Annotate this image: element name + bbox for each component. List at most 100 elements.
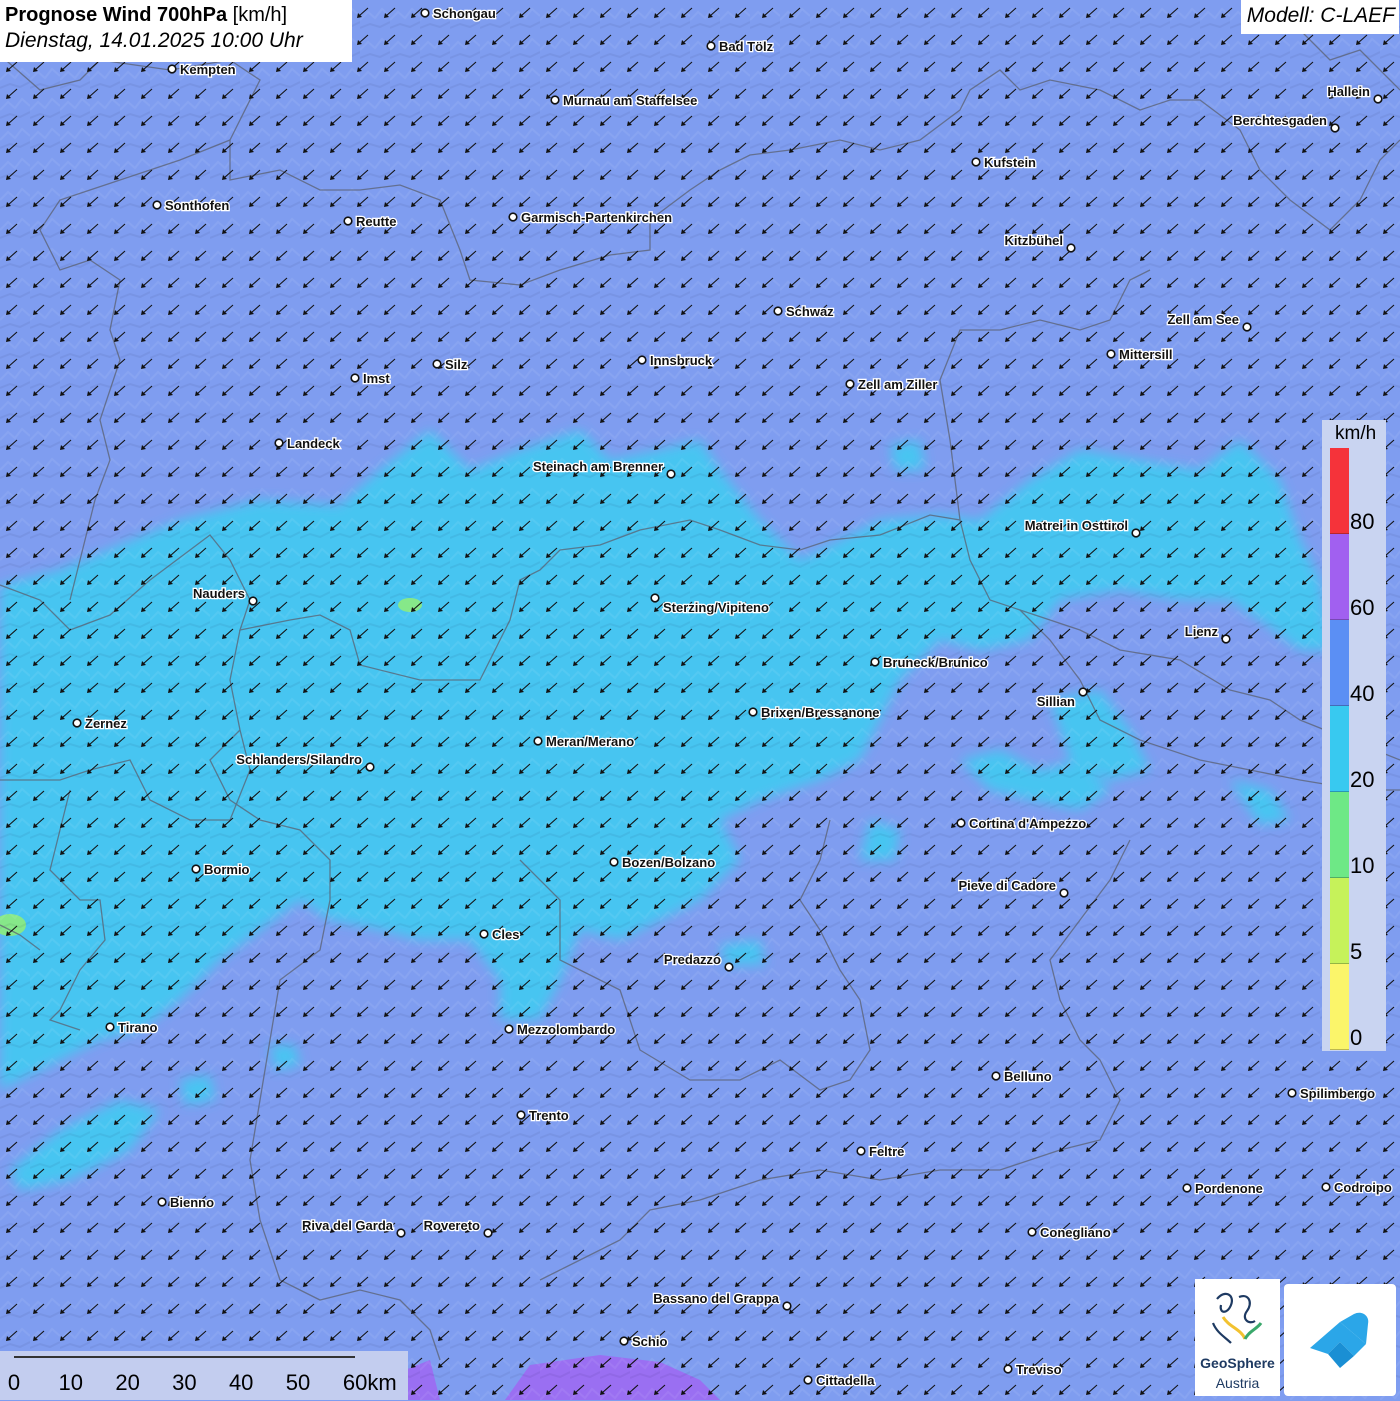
forecast-datetime: Dienstag, 14.01.2025 10:00 Uhr (5, 29, 352, 53)
city-label: Cortina d'Ampezzo (969, 816, 1086, 831)
legend-colorbar (1330, 448, 1349, 1050)
city-label: Belluno (1004, 1069, 1052, 1084)
city-label: Zernez (85, 716, 127, 731)
city-label: Zell am Ziller (858, 377, 937, 392)
city-label: Imst (363, 371, 390, 386)
city-label: Treviso (1016, 1362, 1062, 1377)
city-dot (509, 213, 517, 221)
city-dot (1374, 95, 1382, 103)
city-dot (783, 1302, 791, 1310)
city-label: Landeck (287, 436, 341, 451)
city-label: Sillian (1037, 694, 1075, 709)
city-marker: Pordenone (1183, 1181, 1263, 1196)
city-dot (534, 737, 542, 745)
city-dot (1322, 1183, 1330, 1191)
legend-tick-label: 10 (1350, 853, 1374, 879)
city-label: Trento (529, 1108, 569, 1123)
city-label: Brixen/Bressanone (761, 705, 880, 720)
city-label: Berchtesgaden (1233, 113, 1327, 128)
city-dot (517, 1111, 525, 1119)
legend-tick-label: 40 (1350, 681, 1374, 707)
wind-forecast-map: SchongauBad TölzKemptenMurnau am Staffel… (0, 0, 1400, 1400)
city-marker: Innsbruck (638, 353, 713, 368)
city-dot (638, 356, 646, 364)
city-dot (1067, 244, 1075, 252)
city-dot (397, 1229, 405, 1237)
scale-bar-label: 40 (229, 1370, 253, 1396)
city-marker: Garmisch-Partenkirchen (509, 210, 672, 225)
city-label: Schio (632, 1334, 667, 1349)
city-dot (610, 858, 618, 866)
city-marker: Sonthofen (153, 198, 229, 213)
city-label: Rovereto (424, 1218, 480, 1233)
legend-unit: km/h (1335, 423, 1376, 445)
city-label: Kufstein (984, 155, 1036, 170)
city-dot (1132, 529, 1140, 537)
city-label: Conegliano (1040, 1225, 1111, 1240)
city-dot (344, 217, 352, 225)
city-dot (106, 1023, 114, 1031)
legend-tick-label: 5 (1350, 939, 1362, 965)
city-label: Schwaz (786, 304, 834, 319)
legend-band (1330, 620, 1349, 706)
city-label: Matrei in Osttirol (1025, 518, 1128, 533)
warnapp-logo-icon (1284, 1284, 1396, 1396)
city-dot (707, 42, 715, 50)
city-label: Mezzolombardo (517, 1022, 615, 1037)
city-dot (168, 65, 176, 73)
city-dot (158, 1198, 166, 1206)
city-label: Feltre (869, 1144, 904, 1159)
city-dot (366, 763, 374, 771)
city-label: Bad Tölz (719, 39, 774, 54)
geosphere-logo: GeoSphere Austria (1195, 1279, 1280, 1396)
city-dot (1028, 1228, 1036, 1236)
geosphere-logo-subname: Austria (1195, 1375, 1280, 1391)
scale-bar-line (14, 1356, 355, 1358)
legend-band (1330, 878, 1349, 964)
scale-bar-label: 60km (343, 1370, 397, 1396)
city-dot (620, 1337, 628, 1345)
legend-tick-label: 60 (1350, 595, 1374, 621)
city-label: Lienz (1185, 624, 1219, 639)
city-label: Tirano (118, 1020, 158, 1035)
city-label: Garmisch-Partenkirchen (521, 210, 672, 225)
city-label: Mittersill (1119, 347, 1172, 362)
map-title-unit: [km/h] (233, 4, 287, 26)
city-label: Meran/Merano (546, 734, 634, 749)
city-dot (275, 439, 283, 447)
city-dot (1004, 1365, 1012, 1373)
city-label: Pieve di Cadore (958, 878, 1056, 893)
city-label: Kitzbühel (1005, 233, 1064, 248)
city-marker: Cortina d'Ampezzo (957, 816, 1086, 831)
city-dot (480, 930, 488, 938)
city-dot (1107, 350, 1115, 358)
city-label: Hallein (1327, 84, 1370, 99)
scale-bar-label: 10 (59, 1370, 83, 1396)
city-dot (192, 865, 200, 873)
legend-band (1330, 964, 1349, 1050)
city-dot (972, 158, 980, 166)
city-dot (551, 96, 559, 104)
city-label: Bozen/Bolzano (622, 855, 715, 870)
city-dot (484, 1229, 492, 1237)
city-dot (1243, 323, 1251, 331)
city-label: Steinach am Brenner (533, 459, 663, 474)
city-dot (651, 594, 659, 602)
city-marker: Mezzolombardo (505, 1022, 615, 1037)
city-label: Bruneck/Brunico (883, 655, 988, 670)
legend-band (1330, 448, 1349, 534)
city-dot (1079, 688, 1087, 696)
title-box: Prognose Wind 700hPa [km/h] Dienstag, 14… (0, 0, 352, 62)
city-label: Bassano del Grappa (653, 1291, 779, 1306)
city-dot (351, 374, 359, 382)
city-label: Codroipo (1334, 1180, 1392, 1195)
city-dot (1060, 889, 1068, 897)
city-dot (871, 658, 879, 666)
city-label: Zell am See (1167, 312, 1239, 327)
legend-band (1330, 534, 1349, 620)
city-marker: Zell am Ziller (846, 377, 937, 392)
city-label: Pordenone (1195, 1181, 1263, 1196)
map-title-main: Prognose Wind 700hPa (5, 4, 227, 26)
legend-tick-label: 0 (1350, 1025, 1362, 1051)
legend-tick-label: 20 (1350, 767, 1374, 793)
